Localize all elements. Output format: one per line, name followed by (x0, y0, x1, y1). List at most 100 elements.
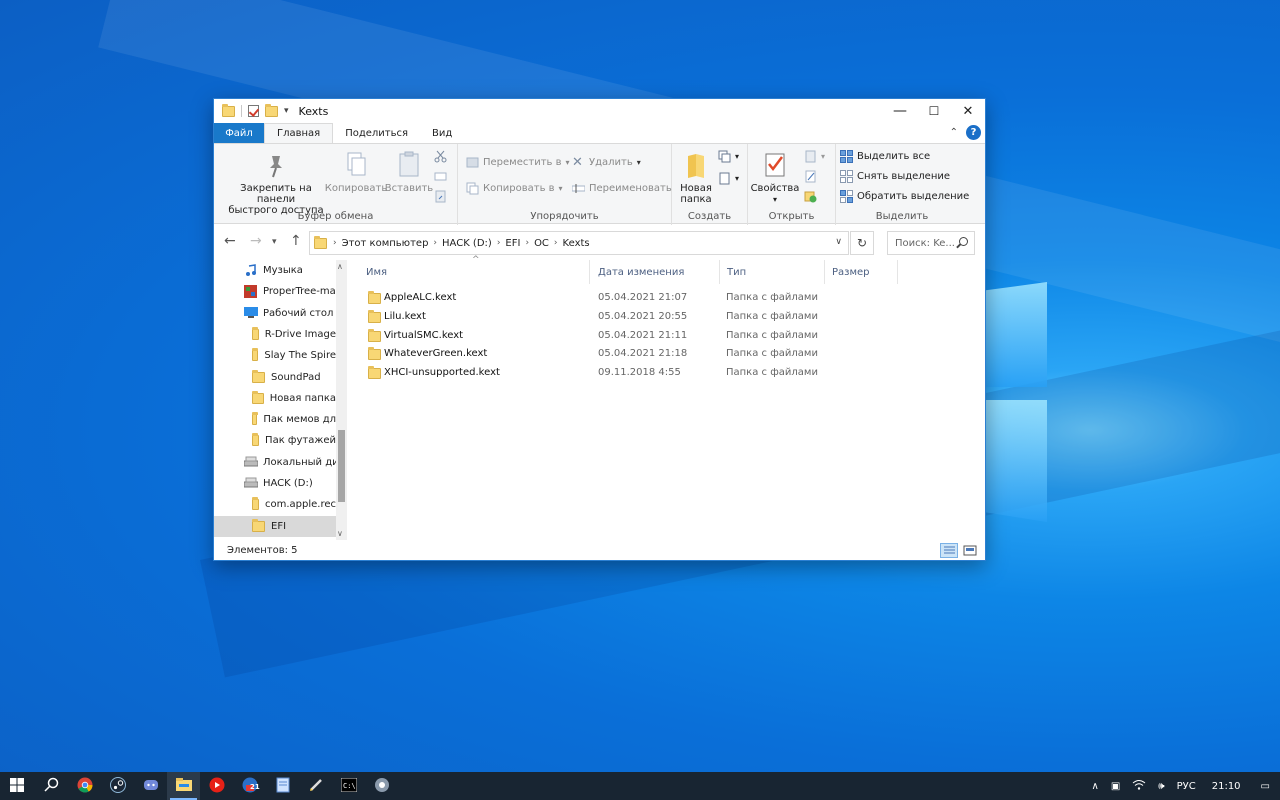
select-none-button[interactable]: Снять выделение (840, 170, 950, 183)
collapse-ribbon-icon[interactable]: ⌃ (950, 127, 958, 138)
pen-taskbar-button[interactable] (299, 772, 332, 800)
select-all-button[interactable]: Выделить все (840, 150, 930, 163)
column-header-name[interactable]: Имя (360, 260, 590, 284)
app-icon (244, 285, 258, 299)
file-row[interactable]: VirtualSMC.kext 05.04.2021 21:11 Папка с ф… (354, 327, 834, 346)
up-arrow-icon[interactable]: ↑ (290, 233, 302, 249)
large-icons-view-button[interactable] (961, 543, 979, 558)
breadcrumb-oc[interactable]: OC (534, 238, 549, 249)
nav-pane-scrollbar[interactable]: ∧ ∨ (336, 260, 347, 540)
steam-taskbar-button[interactable] (101, 772, 134, 800)
breadcrumb-this-pc[interactable]: Этот компьютер (342, 238, 429, 249)
new-item-button[interactable]: ▾ (718, 150, 739, 163)
scroll-up-icon[interactable]: ∧ (337, 262, 343, 271)
delete-button[interactable]: ✕ Удалить ▾ (572, 156, 641, 169)
nav-item[interactable]: Локальный дис (214, 452, 336, 473)
title-bar[interactable]: ▾ Kexts — ☐ ✕ (214, 99, 985, 123)
nav-item[interactable]: Пак мемов дл (214, 409, 336, 430)
nav-item[interactable]: Новая папка (214, 388, 336, 409)
search-taskbar-button[interactable] (34, 772, 68, 800)
file-row[interactable]: WhateverGreen.kext 05.04.2021 21:18 Папка … (354, 345, 834, 364)
nav-item[interactable]: Музыка (214, 260, 336, 281)
app-taskbar-button[interactable] (365, 772, 398, 800)
help-icon[interactable]: ? (966, 125, 981, 140)
nav-item[interactable]: SoundPad (214, 367, 336, 388)
maximize-button[interactable]: ☐ (917, 99, 951, 123)
breadcrumb-kexts[interactable]: Kexts (563, 238, 590, 249)
open-button[interactable]: ▾ (804, 150, 825, 163)
customize-toolbar-icon[interactable]: ▾ (284, 106, 289, 116)
column-header-type[interactable]: Тип (721, 260, 825, 284)
nav-item[interactable]: ProperTree-ma (214, 281, 336, 302)
nav-item-label: Новая папка (269, 392, 336, 404)
address-dropdown-icon[interactable]: ∨ (835, 237, 842, 247)
file-name: AppleALC.kext (384, 292, 457, 303)
scroll-down-icon[interactable]: ∨ (337, 529, 343, 538)
show-hidden-icons-icon[interactable]: ∧ (1092, 781, 1099, 792)
language-indicator[interactable]: РУС (1177, 781, 1196, 792)
pin-quick-access-button[interactable]: Закрепить на панели быстрого доступа (220, 150, 332, 216)
network-icon[interactable] (1132, 779, 1146, 794)
explorer-taskbar-button[interactable] (167, 772, 200, 800)
discord-taskbar-button[interactable] (134, 772, 167, 800)
rename-button[interactable]: Переименовать (571, 182, 672, 195)
minimize-button[interactable]: — (883, 99, 917, 123)
nav-item[interactable]: Рабочий стол (214, 303, 336, 324)
terminal-taskbar-button[interactable]: C:\ (332, 772, 365, 800)
properties-icon[interactable] (248, 105, 259, 117)
tab-file[interactable]: Файл (214, 123, 264, 143)
tab-view[interactable]: Вид (420, 123, 464, 143)
recent-locations-icon[interactable]: ▾ (272, 237, 277, 247)
scrollbar-thumb[interactable] (338, 430, 345, 502)
clock[interactable]: 21:10 (1212, 781, 1241, 792)
nav-item[interactable]: Slay The Spire (214, 345, 336, 366)
copy-path-button[interactable] (434, 170, 447, 183)
nav-item[interactable]: Пак футажей (214, 430, 336, 451)
file-row[interactable]: AppleALC.kext 05.04.2021 21:07 Папка с фай… (354, 289, 834, 308)
move-to-button[interactable]: Переместить в ▾ (466, 156, 570, 169)
folder-icon (222, 103, 235, 117)
invert-selection-button[interactable]: Обратить выделение (840, 190, 969, 203)
tab-share[interactable]: Поделиться (333, 123, 420, 143)
refresh-button[interactable]: ↻ (850, 231, 874, 255)
calendar-taskbar-button[interactable]: 21 (233, 772, 266, 800)
properties-button[interactable]: Свойства ▾ (751, 150, 799, 205)
search-input[interactable]: Поиск: Ke... (887, 231, 975, 255)
column-header-size[interactable]: Размер (826, 260, 898, 284)
paste-shortcut-button[interactable] (434, 190, 447, 203)
notification-icon[interactable]: ▣ (1111, 781, 1120, 792)
new-folder-button[interactable]: Новая папка (676, 150, 716, 205)
back-arrow-icon[interactable]: ← (224, 233, 236, 249)
easy-access-button[interactable]: ▾ (718, 172, 739, 185)
notepad-taskbar-button[interactable] (266, 772, 299, 800)
paste-button[interactable]: Вставить (385, 150, 433, 194)
details-view-button[interactable] (940, 543, 958, 558)
chrome-taskbar-button[interactable] (68, 772, 101, 800)
file-row[interactable]: XHCI-unsupported.kext 09.11.2018 4:55 Папк… (354, 364, 834, 383)
history-button[interactable] (804, 190, 817, 203)
clipboard-group: Закрепить на панели быстрого доступа Коп… (214, 144, 458, 225)
breadcrumb-hack-drive[interactable]: HACK (D:) (442, 238, 492, 249)
forward-arrow-icon[interactable]: → (250, 233, 262, 249)
close-button[interactable]: ✕ (951, 99, 985, 123)
nav-item[interactable]: HACK (D:) (214, 473, 336, 494)
nav-item[interactable]: EFI (214, 515, 336, 537)
large-icons-view-icon (963, 545, 977, 556)
address-bar[interactable]: › Этот компьютер › HACK (D:) › EFI › OC … (309, 231, 849, 255)
youtube-music-taskbar-button[interactable] (200, 772, 233, 800)
folder-icon (252, 433, 260, 447)
copy-button[interactable]: Копировать (325, 150, 387, 194)
column-header-date[interactable]: Дата изменения (592, 260, 720, 284)
edit-button[interactable] (804, 170, 817, 183)
file-row[interactable]: Lilu.kext 05.04.2021 20:55 Папка с файлами (354, 308, 834, 327)
volume-icon[interactable]: 🕪 (1158, 781, 1164, 792)
tab-home[interactable]: Главная (264, 123, 334, 143)
nav-item[interactable]: R-Drive Image (214, 324, 336, 345)
breadcrumb-efi[interactable]: EFI (505, 238, 520, 249)
nav-item[interactable]: com.apple.rec (214, 494, 336, 515)
start-taskbar-button[interactable] (0, 772, 34, 800)
notifications-center-icon[interactable]: ▭ (1261, 781, 1270, 792)
new-folder-icon[interactable] (265, 103, 278, 117)
cut-button[interactable] (434, 150, 447, 163)
copy-to-button[interactable]: Копировать в ▾ (466, 182, 563, 195)
